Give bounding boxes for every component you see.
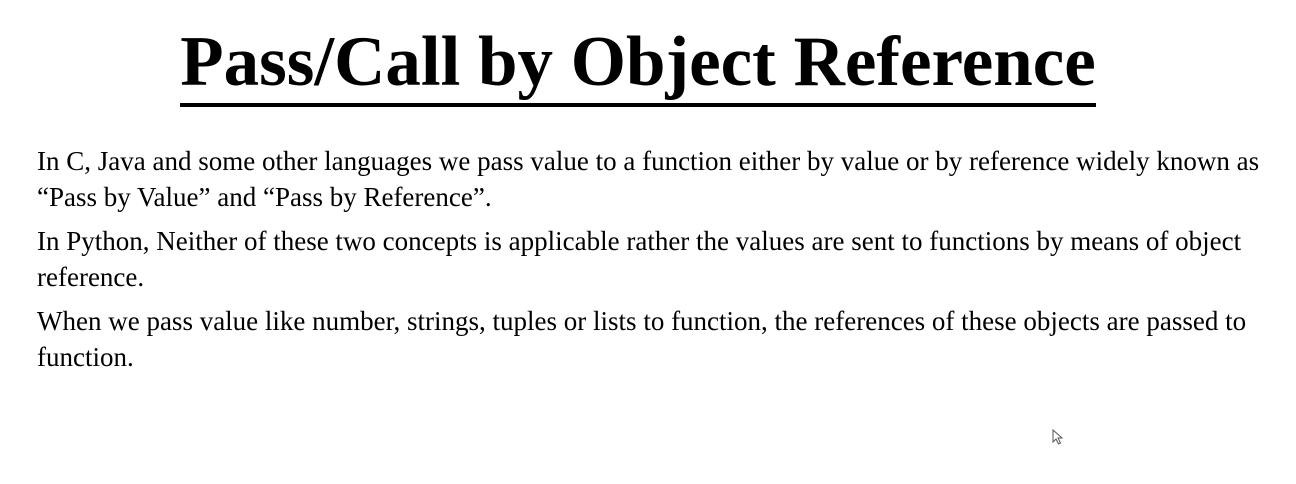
mouse-pointer-icon (1052, 429, 1064, 445)
paragraph-python-object-reference: In Python, Neither of these two concepts… (37, 226, 1242, 292)
paragraph-references-passed: When we pass value like number, strings,… (37, 306, 1247, 372)
slide-title-text: Pass/Call by Object Reference (180, 24, 1096, 107)
slide-title: Pass/Call by Object Reference (0, 18, 1276, 107)
paragraph-pass-by-value: In C, Java and some other languages we p… (37, 146, 1260, 212)
slide-body: In C, Java and some other languages we p… (37, 143, 1267, 383)
slide: Pass/Call by Object Reference In C, Java… (0, 0, 1296, 484)
